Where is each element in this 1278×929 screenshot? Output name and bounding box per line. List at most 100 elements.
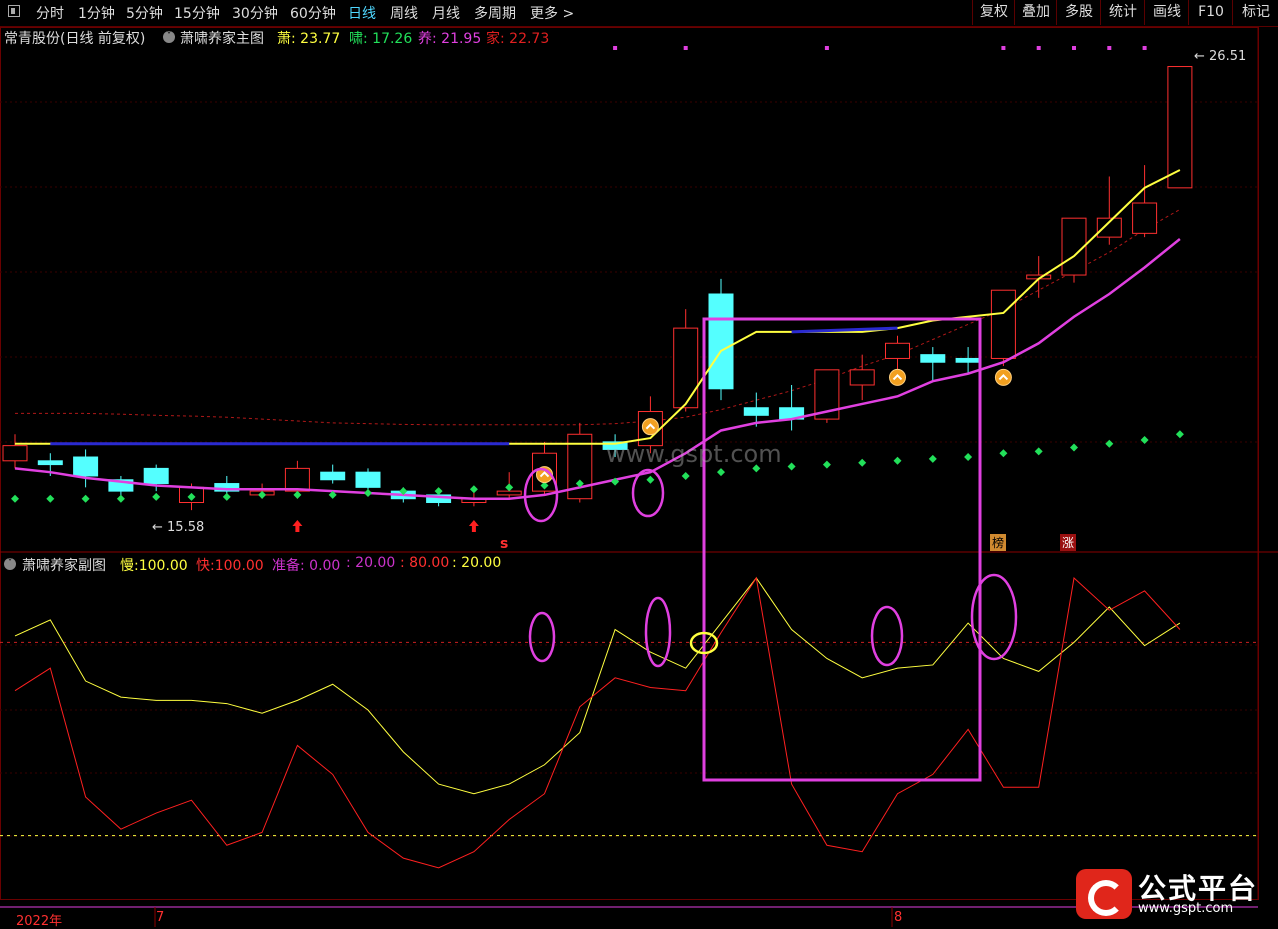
candle-down bbox=[743, 407, 769, 416]
x-axis-year: 2022年 bbox=[16, 914, 63, 929]
xiao-dot bbox=[1070, 443, 1078, 452]
xiao-dot bbox=[858, 458, 867, 467]
candle-down bbox=[320, 471, 346, 481]
up-arrow-signal bbox=[292, 520, 303, 532]
xiao-dot bbox=[81, 494, 90, 503]
xiao-line-flat-segment bbox=[791, 326, 898, 334]
up-arrow-signal bbox=[468, 520, 479, 532]
top-signal-dot bbox=[1107, 46, 1112, 50]
top-signal-dot bbox=[1142, 46, 1147, 50]
candle-up bbox=[1167, 66, 1193, 189]
tab-more[interactable]: 更多 > bbox=[530, 3, 574, 23]
buy-signal-icon bbox=[994, 368, 1012, 386]
low-price-label: ← 15.58 bbox=[152, 520, 205, 535]
overlay-button[interactable]: 叠加 bbox=[1014, 0, 1057, 25]
xiao-dot bbox=[11, 494, 19, 503]
statistics-button[interactable]: 统计 bbox=[1100, 0, 1145, 25]
sub-slow-line bbox=[14, 577, 1181, 795]
xiao-dot bbox=[822, 460, 831, 469]
xiao-dot bbox=[646, 475, 655, 484]
logo-url-text: www.gspt.com bbox=[1138, 901, 1234, 916]
highlight-ellipse bbox=[528, 611, 556, 663]
xiao-dot bbox=[293, 490, 302, 499]
top-signal-dot bbox=[1001, 46, 1006, 50]
x-axis-month-7: 7 bbox=[156, 910, 165, 925]
candle-up bbox=[990, 289, 1016, 359]
buy-signal-icon bbox=[889, 368, 906, 386]
top-signal-dot bbox=[613, 46, 618, 50]
tab-intraday[interactable]: 分时 bbox=[36, 3, 64, 23]
candle-up bbox=[496, 490, 522, 496]
xiao-dot bbox=[787, 462, 796, 471]
gspt-logo: 公式平台 www.gspt.com bbox=[1072, 865, 1272, 921]
period-toolbar: 分时 1分钟 5分钟 15分钟 30分钟 60分钟 日线 周线 月线 多周期 更… bbox=[0, 0, 1278, 27]
candle-down bbox=[955, 357, 981, 363]
xiao-dot bbox=[152, 492, 161, 501]
tab-1min[interactable]: 1分钟 bbox=[78, 3, 115, 23]
xiao-dot bbox=[1105, 439, 1114, 448]
top-signal-dot bbox=[1072, 46, 1076, 50]
signal-zhang-tag: 涨 bbox=[1060, 534, 1077, 551]
restore-rights-button[interactable]: 复权 bbox=[972, 0, 1015, 25]
tab-30min[interactable]: 30分钟 bbox=[232, 3, 278, 23]
candle-up bbox=[673, 327, 699, 409]
tab-daily[interactable]: 日线 bbox=[348, 3, 376, 23]
multi-stock-button[interactable]: 多股 bbox=[1056, 0, 1101, 25]
signal-s-tag: s bbox=[500, 536, 509, 552]
highlight-ellipse bbox=[631, 468, 665, 518]
f10-button[interactable]: F10 bbox=[1188, 0, 1233, 25]
xiao-dot bbox=[964, 453, 973, 462]
candle-down bbox=[143, 467, 169, 485]
logo-g-icon bbox=[1076, 869, 1132, 919]
tab-60min[interactable]: 60分钟 bbox=[290, 3, 336, 23]
tab-15min[interactable]: 15分钟 bbox=[174, 3, 220, 23]
low-price-value: 15.58 bbox=[167, 520, 205, 535]
candle-down bbox=[355, 471, 381, 488]
xiao-dot bbox=[364, 489, 372, 498]
xiao-dot bbox=[469, 485, 478, 494]
xiao-dot bbox=[222, 492, 231, 501]
xiao-dot bbox=[46, 494, 55, 503]
tab-monthly[interactable]: 月线 bbox=[432, 3, 460, 23]
candle-up bbox=[885, 342, 910, 359]
tab-multi-period[interactable]: 多周期 bbox=[474, 3, 516, 23]
buy-signal-icon bbox=[641, 418, 659, 436]
signal-bang-tag: 榜 bbox=[990, 534, 1007, 551]
xiao-dot bbox=[893, 456, 902, 465]
xiao-dot bbox=[1034, 447, 1043, 456]
candle-down bbox=[73, 456, 99, 477]
highlight-box bbox=[702, 317, 982, 782]
candle-down bbox=[37, 460, 63, 466]
candle-up bbox=[284, 467, 310, 492]
xiao-dot bbox=[1140, 435, 1149, 444]
xiao-dot bbox=[717, 468, 725, 477]
top-signal-dot bbox=[824, 46, 829, 50]
top-signal-dot bbox=[1036, 46, 1041, 50]
xiao-dot bbox=[434, 487, 443, 496]
draw-line-button[interactable]: 画线 bbox=[1144, 0, 1189, 25]
tab-5min[interactable]: 5分钟 bbox=[126, 3, 163, 23]
candle-down bbox=[708, 293, 734, 390]
candle-up bbox=[2, 445, 28, 462]
xiao-dot bbox=[505, 483, 514, 492]
top-signal-dot bbox=[683, 46, 688, 50]
yang-line bbox=[14, 238, 1181, 500]
candle-up bbox=[1132, 202, 1158, 234]
tab-weekly[interactable]: 周线 bbox=[390, 3, 418, 23]
candle-down bbox=[920, 354, 946, 363]
xiao-dot bbox=[928, 454, 937, 463]
xiao-dot bbox=[116, 494, 125, 503]
sub-fast-line bbox=[14, 576, 1181, 869]
window-menu-icon[interactable] bbox=[8, 5, 20, 17]
xiao-dot bbox=[999, 449, 1008, 458]
x-axis-month-8: 8 bbox=[894, 910, 903, 925]
watermark-text: www.gspt.com bbox=[606, 440, 782, 468]
xiao-dot bbox=[1175, 430, 1184, 439]
xiao-dot bbox=[681, 471, 690, 480]
candle-up bbox=[849, 369, 875, 386]
kline-chart[interactable] bbox=[0, 27, 1278, 927]
high-price-label: ← 26.51 bbox=[1194, 49, 1247, 64]
highlight-ellipse bbox=[870, 605, 904, 667]
high-price-value: 26.51 bbox=[1209, 49, 1247, 64]
mark-button[interactable]: 标记 bbox=[1232, 0, 1278, 25]
